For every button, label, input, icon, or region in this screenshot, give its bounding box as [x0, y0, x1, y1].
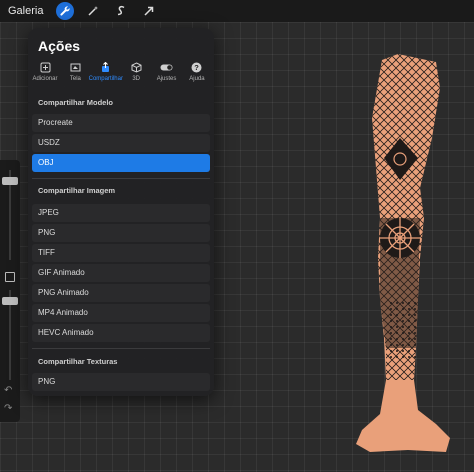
- share-option-png[interactable]: PNG: [32, 224, 210, 242]
- share-icon: [99, 60, 113, 74]
- magic-wand-icon[interactable]: [84, 2, 102, 20]
- tab-label: Tela: [69, 76, 81, 82]
- share-option-mp4-animado[interactable]: MP4 Animado: [32, 304, 210, 322]
- brush-size-slider[interactable]: [2, 177, 18, 185]
- wrench-icon[interactable]: [56, 2, 75, 20]
- actions-tabs: Adicionar Tela Compartilhar 3D Ajustes ?…: [30, 60, 212, 82]
- cube-icon: [129, 60, 143, 74]
- section-label-image: Compartilhar Imagem: [38, 186, 116, 195]
- section-label-textures: Compartilhar Texturas: [38, 357, 118, 366]
- share-option-png-animado[interactable]: PNG Animado: [32, 284, 210, 302]
- undo-icon[interactable]: ↶: [4, 385, 12, 396]
- share-option-gif-animado[interactable]: GIF Animado: [32, 264, 210, 282]
- tab-label: Ajustes: [156, 76, 177, 82]
- toggle-icon: [160, 60, 174, 74]
- share-option-tiff[interactable]: TIFF: [32, 244, 210, 262]
- tab-label: 3D: [132, 76, 140, 82]
- selection-s-icon[interactable]: [112, 2, 130, 20]
- divider: [32, 178, 210, 179]
- canvas-icon: [68, 60, 82, 74]
- divider: [32, 348, 210, 349]
- top-toolbar: Galeria: [0, 0, 474, 22]
- tab-label: Compartilhar: [88, 76, 123, 82]
- add-icon: [38, 60, 52, 74]
- svg-text:?: ?: [195, 63, 200, 72]
- modify-button[interactable]: [5, 272, 15, 282]
- share-option-hevc-animado[interactable]: HEVC Animado: [32, 324, 210, 342]
- gallery-button[interactable]: Galeria: [8, 5, 43, 17]
- share-option-jpeg[interactable]: JPEG: [32, 204, 210, 222]
- help-icon: ?: [190, 60, 204, 74]
- tab-label: Adicionar: [32, 76, 58, 82]
- transform-arrow-icon[interactable]: [140, 2, 158, 20]
- share-option-usdz[interactable]: USDZ: [32, 134, 210, 152]
- opacity-slider[interactable]: [2, 297, 18, 305]
- tattooed-leg-model: [356, 54, 450, 452]
- share-option-procreate[interactable]: Procreate: [32, 114, 210, 132]
- redo-icon[interactable]: ↷: [4, 403, 12, 414]
- share-option-textures-png[interactable]: PNG: [32, 373, 210, 391]
- section-label-model: Compartilhar Modelo: [38, 98, 114, 107]
- tab-3d[interactable]: 3D: [121, 60, 151, 82]
- actions-panel: Ações Adicionar Tela Compartilhar 3D Aju…: [28, 28, 214, 396]
- tab-tela[interactable]: Tela: [60, 60, 90, 82]
- tab-label: Ajuda: [189, 76, 205, 82]
- share-option-obj[interactable]: OBJ: [32, 154, 210, 172]
- panel-title: Ações: [38, 38, 81, 54]
- tab-compartilhar[interactable]: Compartilhar: [88, 60, 123, 82]
- tab-ajustes[interactable]: Ajustes: [152, 60, 182, 82]
- tab-ajuda[interactable]: ? Ajuda: [182, 60, 212, 82]
- tab-adicionar[interactable]: Adicionar: [30, 60, 60, 82]
- left-sidebar: ↶ ↷: [0, 160, 20, 422]
